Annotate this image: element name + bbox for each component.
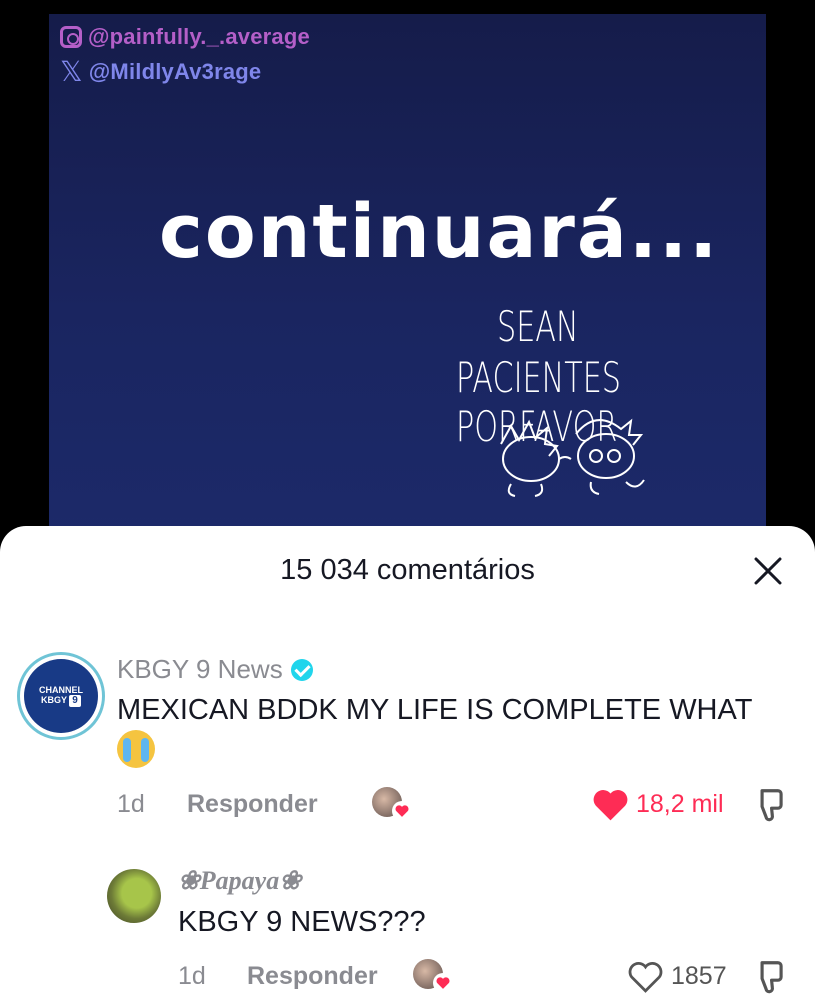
comments-panel: 15 034 comentários CHANNEL KBGY 9 KBGY 9 … [0,526,815,1000]
creator-heart-icon [392,801,412,821]
comment-username[interactable]: ❀Papaya❀ [178,866,301,896]
sign-line-1: SEAN [497,302,579,351]
comment-username[interactable]: KBGY 9 News [117,654,313,685]
comment-time: 1d [178,962,206,990]
instagram-handle: @painfully._.average [60,24,310,50]
dislike-icon[interactable] [750,958,790,996]
video-caption: continuará... [159,189,720,275]
comment-text: MEXICAN BDDK MY LIFE IS COMPLETE WHAT [117,694,753,726]
comments-count-title: 15 034 comentários [280,554,535,586]
like-heart-outline-icon[interactable] [627,960,664,994]
avatar[interactable]: CHANNEL KBGY 9 [17,652,105,740]
like-count: 18,2 mil [636,790,724,818]
doodle-characters-icon [500,418,645,497]
dislike-icon[interactable] [750,786,790,824]
crying-face-icon [117,730,155,768]
comment-text: KBGY 9 NEWS??? [178,906,426,938]
avatar[interactable] [107,869,161,923]
video-frame[interactable]: @painfully._.average 𝕏 @MildlyAv3rage co… [49,14,766,554]
instagram-icon [60,26,82,48]
like-count: 1857 [671,962,727,990]
creator-heart-icon [433,973,453,993]
reply-button[interactable]: Responder [247,962,378,991]
comment-time: 1d [117,790,145,818]
x-logo-icon: 𝕏 [60,56,83,87]
x-handle: 𝕏 @MildlyAv3rage [60,56,262,87]
close-icon[interactable] [751,554,785,588]
like-heart-filled-icon[interactable] [592,788,629,822]
kbgy-logo: CHANNEL KBGY 9 [24,659,98,733]
reply-button[interactable]: Responder [187,790,318,819]
verified-badge-icon [290,658,313,681]
